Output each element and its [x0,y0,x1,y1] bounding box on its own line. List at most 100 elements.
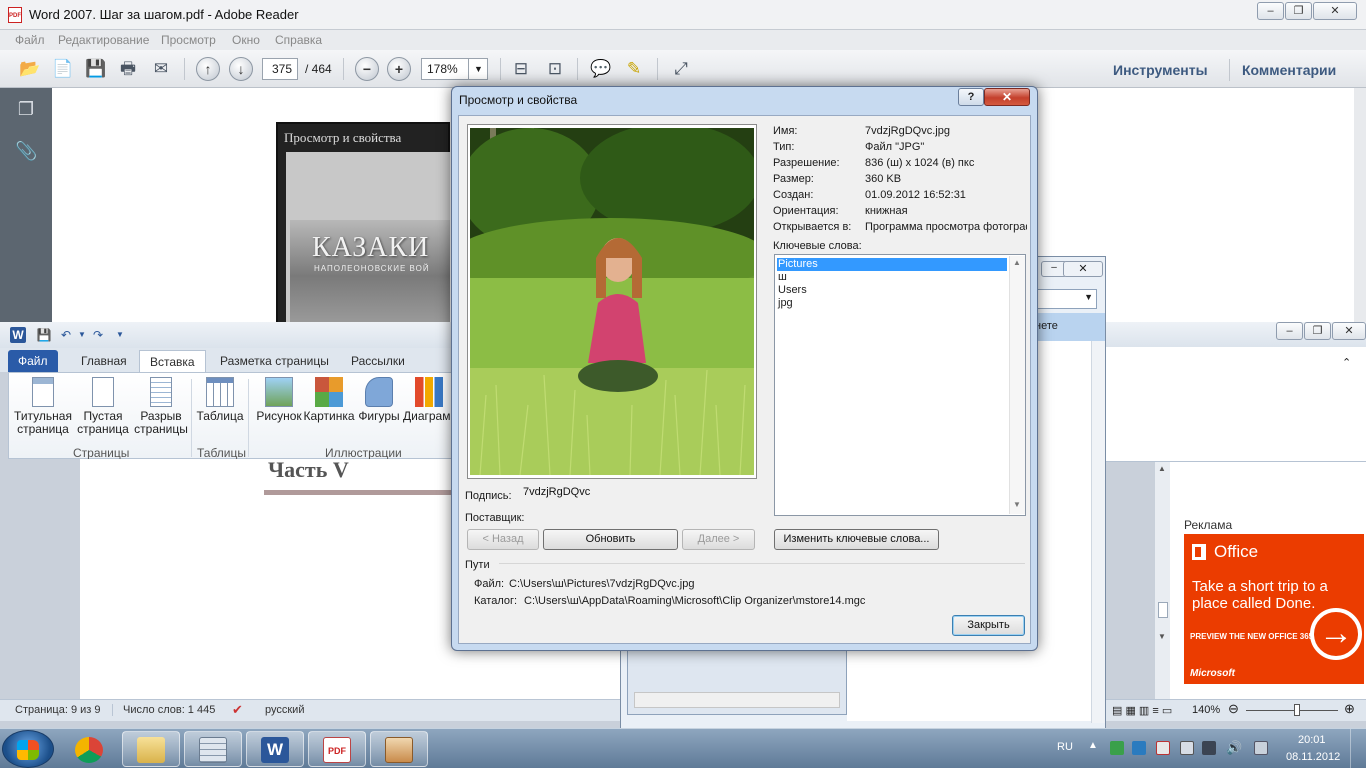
dialog-close-button[interactable]: ✕ [984,88,1030,106]
zoom-in-button[interactable]: + [387,57,411,81]
change-keywords-button[interactable]: Изменить ключевые слова... [774,529,939,550]
network-icon[interactable] [1202,741,1216,755]
comments-link[interactable]: Комментарии [1242,62,1336,78]
tab-insert[interactable]: Вставка [139,350,206,372]
full-screen-icon[interactable]: ⤢ [669,57,693,81]
taskbar-clip-organizer[interactable] [370,731,428,767]
open-icon[interactable]: 📂 [18,57,42,81]
proofing-icon[interactable]: ✔ [232,702,243,718]
caption-field[interactable]: 7vdzjRgDQvc [523,486,753,502]
print-icon[interactable]: 🖶 [116,57,140,81]
zoom-percent[interactable]: 140% [1192,704,1220,716]
refresh-button[interactable]: Обновить [543,529,678,550]
tab-mailings[interactable]: Рассылки [341,350,415,372]
page-number-input[interactable]: 375 [262,58,298,80]
device-icon[interactable] [1254,741,1268,755]
scroll-down-icon[interactable]: ▼ [1013,500,1021,509]
status-page[interactable]: Страница: 9 из 9 [15,704,101,716]
menu-file[interactable]: Файл [15,33,45,47]
search-scope-select[interactable]: ▼ [1035,289,1097,309]
zoom-out-icon[interactable]: ⊖ [1228,701,1239,717]
scroll-up-icon[interactable]: ▲ [1013,258,1021,267]
picture-button[interactable]: Рисунок [253,377,305,423]
arrow-right-icon[interactable]: → [1310,608,1362,660]
zoom-out-button[interactable]: − [355,57,379,81]
sync-icon[interactable] [1110,741,1124,755]
office-advert[interactable]: Office Take a short trip to a place call… [1184,534,1364,684]
horizontal-scrollbar[interactable] [634,692,840,708]
reader-scrollbar[interactable] [1354,88,1366,330]
maximize-button[interactable]: ❐ [1304,322,1331,340]
tab-home[interactable]: Главная [71,350,137,372]
taskbar-explorer[interactable] [122,731,180,767]
collapse-ribbon-icon[interactable]: ⌃ [1342,356,1351,369]
undo-icon[interactable]: ↶ [58,327,74,343]
show-desktop-button[interactable] [1350,729,1366,768]
page-break-button[interactable]: Разрыв страницы [133,377,189,436]
redo-icon[interactable]: ↷ [90,327,106,343]
table-button[interactable]: Таблица [195,377,245,423]
close-button[interactable]: ✕ [1313,2,1357,20]
undo-dropdown-icon[interactable]: ▼ [74,327,90,343]
clipart-button[interactable]: Картинка [303,377,355,423]
zoom-dropdown-icon[interactable]: ▼ [468,58,488,80]
keywords-list[interactable]: Pictures ш Users jpg ▲ ▼ [774,254,1026,516]
title-page-button[interactable]: Титульная страница [13,377,73,436]
tab-file[interactable]: Файл [8,350,58,372]
menu-help[interactable]: Справка [275,33,322,47]
comment-icon[interactable]: 💬 [589,57,613,81]
view-buttons-icon[interactable]: ▤ ▦ ▥ ≡ ▭ [1112,704,1172,717]
blank-page-button[interactable]: Пустая страница [75,377,131,436]
list-item[interactable]: Users [777,284,1007,297]
status-word-count[interactable]: Число слов: 1 445 [112,704,215,716]
taskbar-calculator[interactable] [184,731,242,767]
close-button[interactable]: ✕ [1063,261,1103,277]
attachment-icon[interactable]: 📎 [15,140,37,162]
language-indicator[interactable]: RU [1057,741,1073,753]
highlight-icon[interactable]: ✎ [622,57,646,81]
next-button[interactable]: Далее > [682,529,755,550]
display-icon[interactable] [1180,741,1194,755]
taskbar-chrome[interactable] [60,731,118,767]
list-item[interactable]: Pictures [777,258,1007,271]
clock-date[interactable]: 08.11.2012 [1286,751,1340,763]
fit-width-icon[interactable]: ⊡ [543,57,567,81]
taskbar-adobe-reader[interactable]: PDF [308,731,366,767]
pages-icon[interactable]: ❐ [15,98,37,120]
menu-edit[interactable]: Редактирование [58,33,149,47]
fit-page-icon[interactable]: ⊟ [509,57,533,81]
vertical-scrollbar[interactable] [1091,341,1105,723]
customize-qat-icon[interactable]: ▼ [112,327,128,343]
list-item[interactable]: ш [777,271,1007,284]
help-button[interactable]: ? [958,88,984,106]
volume-icon[interactable]: 🔊 [1226,740,1242,756]
previous-page-button[interactable]: ↑ [196,57,220,81]
create-pdf-icon[interactable]: 📄 [51,57,75,81]
shapes-button[interactable]: Фигуры [355,377,403,423]
minimize-button[interactable]: – [1276,322,1303,340]
keywords-scrollbar[interactable]: ▲ ▼ [1009,256,1025,514]
network-tray-icon[interactable] [1132,741,1146,755]
tab-page-layout[interactable]: Разметка страницы [210,350,339,372]
action-center-icon[interactable] [1156,741,1170,755]
maximize-button[interactable]: ❐ [1285,2,1312,20]
menu-view[interactable]: Просмотр [161,33,216,47]
show-hidden-icons-icon[interactable]: ▲ [1088,740,1098,751]
zoom-slider[interactable] [1294,704,1300,716]
chart-button[interactable]: Диаграм [403,377,453,423]
status-language[interactable]: русский [265,704,304,716]
save-icon[interactable]: 💾 [84,57,108,81]
clock-time[interactable]: 20:01 [1298,734,1326,746]
back-button[interactable]: < Назад [467,529,539,550]
zoom-level-field[interactable]: 178% [421,58,469,80]
close-button[interactable]: ✕ [1332,322,1366,340]
tools-link[interactable]: Инструменты [1113,62,1208,78]
minimize-button[interactable]: – [1257,2,1284,20]
vertical-scrollbar[interactable]: ▲ ▼ [1154,462,1170,700]
menu-window[interactable]: Окно [232,33,260,47]
zoom-in-icon[interactable]: ⊕ [1344,701,1355,717]
list-item[interactable]: jpg [777,297,1007,310]
close-dialog-button[interactable]: Закрыть [952,615,1025,636]
next-page-button[interactable]: ↓ [229,57,253,81]
start-button[interactable] [2,730,54,768]
